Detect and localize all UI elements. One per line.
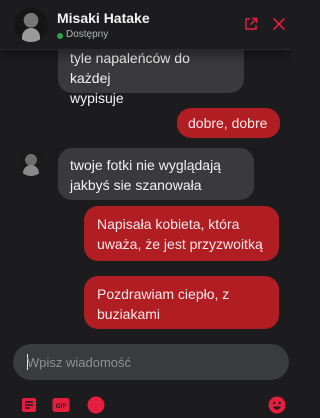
close-icon[interactable] — [272, 17, 286, 31]
gif-label: GIF — [56, 403, 67, 410]
sticker-icon[interactable] — [87, 396, 105, 414]
contact-avatar[interactable] — [14, 8, 48, 42]
message-incoming: twoje fotki nie wyglądają jakbyś sie sza… — [58, 148, 254, 200]
message-outgoing: dobre, dobre — [177, 108, 280, 138]
external-link-icon[interactable] — [244, 17, 258, 31]
message-input[interactable] — [27, 344, 277, 380]
message-outgoing: Pozdrawiam ciepło, z buziakami — [84, 276, 279, 329]
gif-icon[interactable]: GIF — [52, 397, 70, 413]
contact-name[interactable]: Misaki Hatake — [57, 10, 150, 26]
message-list: tyle napaleńców do każdej wypisuje dobre… — [0, 0, 291, 340]
chat-window: tyle napaleńców do każdej wypisuje dobre… — [0, 0, 291, 418]
contact-avatar — [18, 150, 44, 176]
contact-status: Dostępny — [66, 29, 109, 40]
message-composer[interactable] — [13, 344, 289, 380]
online-status-dot — [57, 33, 63, 39]
emoji-icon[interactable] — [268, 396, 286, 414]
file-icon[interactable] — [21, 397, 37, 413]
chat-header: Misaki Hatake Dostępny — [0, 0, 291, 50]
message-outgoing: Napisała kobieta, która uważa, że jest p… — [84, 206, 279, 261]
